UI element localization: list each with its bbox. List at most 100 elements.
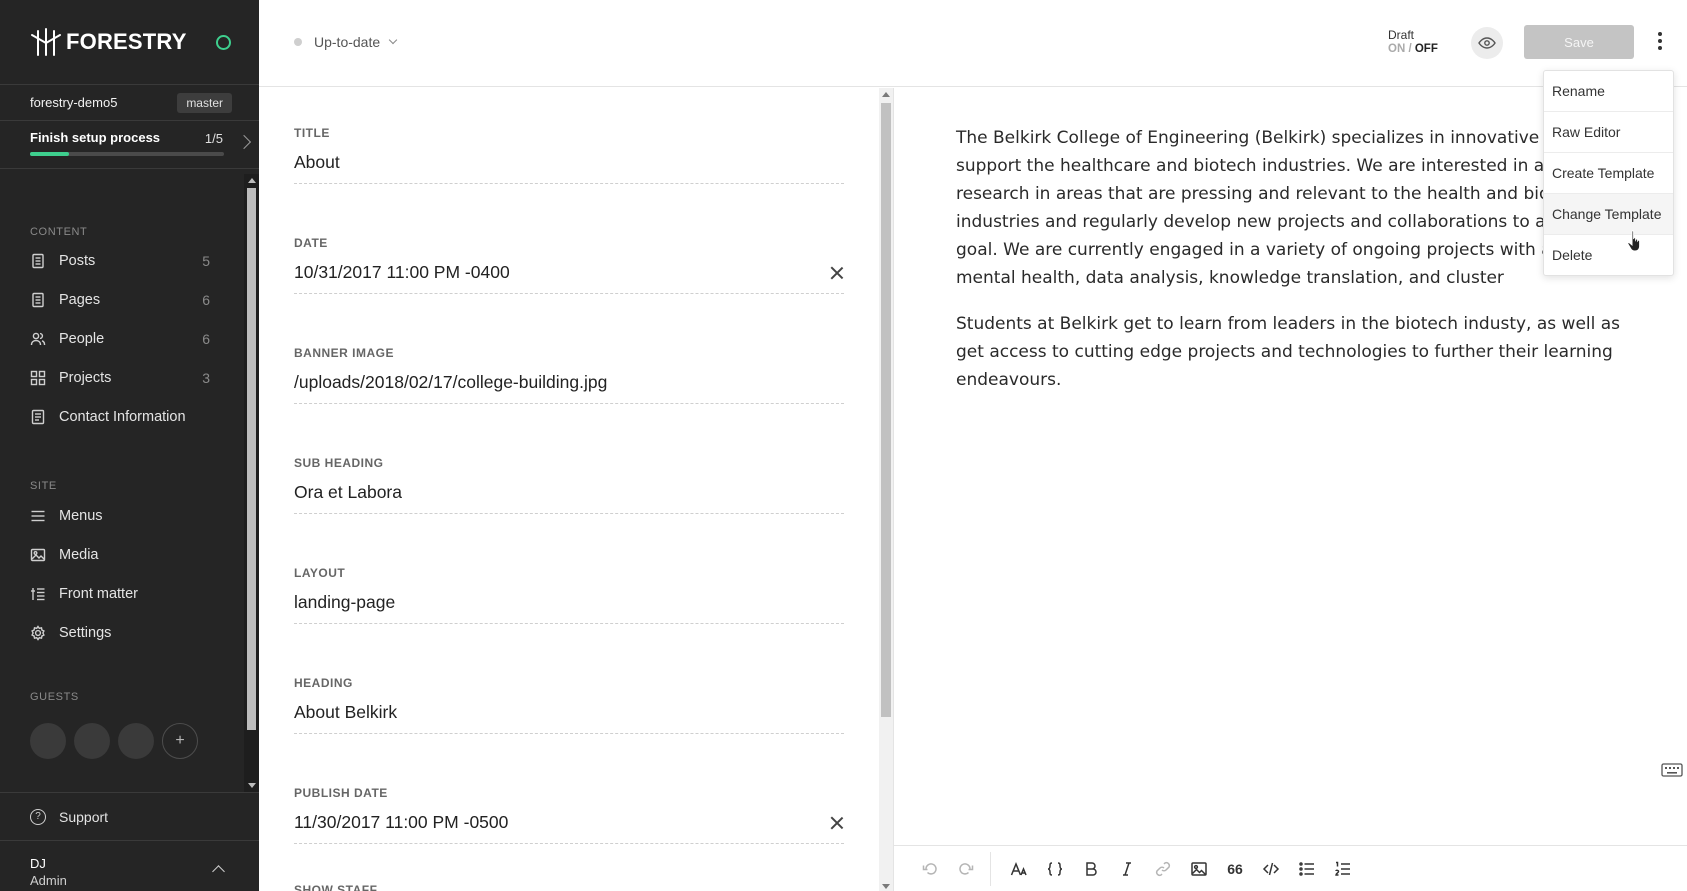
field-layout[interactable]: LAYOUT landing-page: [294, 566, 844, 624]
field-input[interactable]: Ora et Labora: [294, 482, 844, 514]
menu-item-create-template[interactable]: Create Template: [1544, 153, 1673, 194]
scroll-up-icon[interactable]: [882, 92, 890, 97]
numbered-list-button[interactable]: [1325, 854, 1361, 884]
sidebar-item-settings[interactable]: Settings: [30, 621, 210, 645]
sidebar-item-contact-information[interactable]: Contact Information: [30, 405, 210, 429]
guest-avatar[interactable]: [74, 723, 110, 759]
user-initials: DJ: [30, 856, 46, 871]
fields-scrollbar[interactable]: [879, 88, 893, 891]
field-date[interactable]: DATE 10/31/2017 11:00 PM -0400: [294, 236, 844, 294]
field-heading[interactable]: HEADING About Belkirk: [294, 676, 844, 734]
field-sub-heading[interactable]: SUB HEADING Ora et Labora: [294, 456, 844, 514]
field-title[interactable]: TITLE About: [294, 126, 844, 184]
file-icon: [32, 253, 44, 269]
redo-button[interactable]: [948, 854, 984, 884]
setup-progress[interactable]: Finish setup process 1/5: [0, 121, 259, 169]
field-input[interactable]: 10/31/2017 11:00 PM -0400: [294, 262, 844, 294]
field-input[interactable]: /uploads/2018/02/17/college-building.jpg: [294, 372, 844, 404]
menu-item-delete[interactable]: Delete: [1544, 235, 1673, 275]
item-count: 6: [202, 331, 210, 347]
field-input[interactable]: 11/30/2017 11:00 PM -0500: [294, 812, 844, 844]
bullet-list-button[interactable]: [1289, 854, 1325, 884]
link-button[interactable]: [1145, 854, 1181, 884]
sidebar-item-menus[interactable]: Menus: [30, 504, 210, 528]
sidebar-scrollbar[interactable]: [244, 174, 259, 792]
people-icon: [30, 332, 46, 346]
sidebar-item-label: Pages: [59, 292, 101, 308]
sync-status-dropdown[interactable]: Up-to-date: [294, 34, 398, 50]
editor-body[interactable]: The Belkirk College of Engineering (Belk…: [956, 124, 1636, 412]
scroll-up-icon[interactable]: [248, 178, 256, 183]
more-options-icon[interactable]: [1657, 32, 1663, 54]
editor-paragraph[interactable]: The Belkirk College of Engineering (Belk…: [956, 124, 1636, 292]
image-icon: [1191, 861, 1207, 876]
guest-avatar[interactable]: [118, 723, 154, 759]
bold-button[interactable]: [1073, 854, 1109, 884]
editor-topbar: Up-to-date Draft ON / OFF Save: [259, 0, 1687, 87]
guest-avatar[interactable]: [30, 723, 66, 759]
draft-toggle[interactable]: Draft ON / OFF: [1388, 28, 1438, 56]
draft-off[interactable]: OFF: [1415, 43, 1438, 55]
field-publish-date[interactable]: PUBLISH DATE 11/30/2017 11:00 PM -0500: [294, 786, 844, 844]
draft-on[interactable]: ON: [1388, 43, 1405, 55]
support-link[interactable]: ? Support: [0, 792, 259, 840]
sidebar-item-media[interactable]: Media: [30, 543, 210, 567]
formatting-toolbar: 66: [894, 845, 1687, 891]
field-label: HEADING: [294, 676, 353, 690]
clear-icon[interactable]: [830, 816, 844, 830]
image-button[interactable]: [1181, 854, 1217, 884]
branch-badge[interactable]: master: [177, 92, 232, 113]
code-block-button[interactable]: [1037, 854, 1073, 884]
sidebar-item-posts[interactable]: Posts 5: [30, 249, 210, 273]
more-options-menu: Rename Raw Editor Create Template Change…: [1543, 70, 1674, 276]
field-banner-image[interactable]: BANNER IMAGE /uploads/2018/02/17/college…: [294, 346, 844, 404]
editor-paragraph[interactable]: Students at Belkirk get to learn from le…: [956, 310, 1636, 394]
quote-icon: 66: [1227, 860, 1243, 877]
sidebar-item-label: Settings: [59, 625, 112, 641]
field-input[interactable]: landing-page: [294, 592, 844, 624]
toolbar-divider: [990, 851, 991, 886]
clear-icon[interactable]: [830, 266, 844, 280]
undo-button[interactable]: [912, 854, 948, 884]
field-input[interactable]: About: [294, 152, 844, 184]
field-show-staff[interactable]: SHOW STAFF: [294, 883, 844, 891]
user-role: Admin: [30, 873, 67, 888]
sidebar: FORESTRY forestry-demo5 master Finish se…: [0, 0, 259, 891]
menu-item-raw-editor[interactable]: Raw Editor: [1544, 112, 1673, 153]
field-label: DATE: [294, 236, 328, 250]
sidebar-item-front-matter[interactable]: Front matter: [30, 582, 210, 606]
eye-icon: [1478, 37, 1496, 49]
scrollbar-thumb[interactable]: [247, 188, 256, 730]
text-size-button[interactable]: [1001, 854, 1037, 884]
inline-code-button[interactable]: [1253, 854, 1289, 884]
field-label: SHOW STAFF: [294, 883, 378, 891]
keyboard-icon[interactable]: [1661, 762, 1683, 778]
scroll-down-icon[interactable]: [882, 884, 890, 889]
sidebar-item-label: People: [59, 331, 105, 347]
menu-icon: [31, 510, 45, 522]
user-menu[interactable]: DJ Admin: [0, 840, 259, 891]
sidebar-item-projects[interactable]: Projects 3: [30, 366, 210, 390]
bold-icon: [1086, 861, 1097, 876]
sidebar-item-label: Posts: [59, 253, 96, 269]
add-guest-button[interactable]: +: [162, 723, 198, 759]
scroll-down-icon[interactable]: [248, 783, 256, 788]
scrollbar-thumb[interactable]: [881, 103, 891, 717]
field-input[interactable]: About Belkirk: [294, 702, 844, 734]
support-label: Support: [59, 808, 109, 825]
text-size-icon: [1010, 861, 1027, 875]
sidebar-item-pages[interactable]: Pages 6: [30, 288, 210, 312]
sidebar-item-people[interactable]: People 6: [30, 327, 210, 351]
italic-button[interactable]: [1109, 854, 1145, 884]
numbered-list-icon: [1335, 861, 1350, 876]
preview-button[interactable]: [1471, 27, 1503, 59]
field-value[interactable]: 11/30/2017 11:00 PM -0500: [294, 812, 508, 832]
status-dot-icon: [294, 38, 302, 46]
menu-item-change-template[interactable]: Change Template: [1544, 194, 1673, 235]
quote-button[interactable]: 66: [1217, 854, 1253, 884]
brand-bar: FORESTRY: [0, 0, 259, 85]
menu-item-rename[interactable]: Rename: [1544, 71, 1673, 112]
save-button[interactable]: Save: [1524, 25, 1634, 59]
repo-row[interactable]: forestry-demo5 master: [0, 85, 259, 121]
field-value[interactable]: 10/31/2017 11:00 PM -0400: [294, 262, 510, 282]
